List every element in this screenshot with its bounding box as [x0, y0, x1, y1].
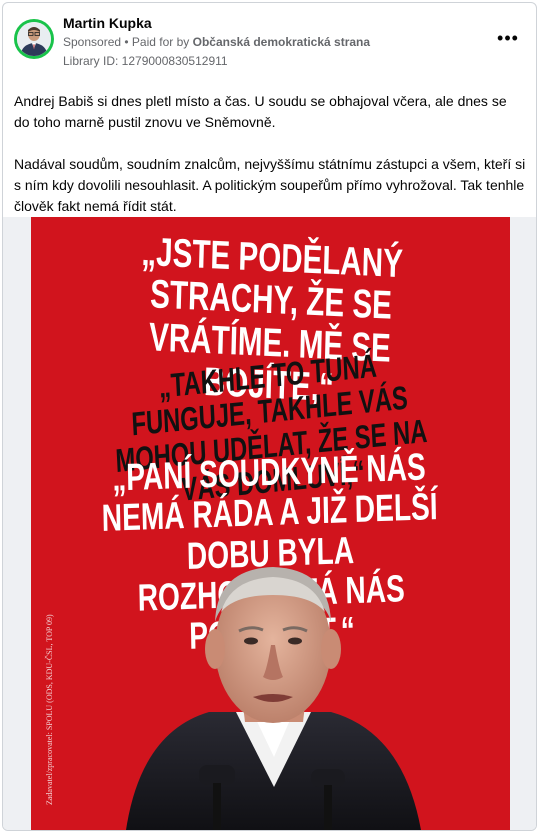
paid-for-prefix: Paid for by: [131, 35, 193, 49]
post-paragraph-1: Andrej Babiš si dnes pletl místo a čas. …: [14, 93, 507, 130]
library-id: Library ID: 1279000830512911: [63, 54, 228, 68]
author-avatar[interactable]: [14, 19, 54, 59]
avatar-photo: [17, 22, 51, 56]
campaign-poster: „Jste podělaný strachy, že se vrátíme. M…: [31, 217, 510, 830]
post-header: Martin Kupka Sponsored • Paid for by Obč…: [3, 3, 536, 83]
sponsored-line: Sponsored • Paid for by Občanská demokra…: [63, 35, 370, 49]
sponsored-label: Sponsored: [63, 35, 122, 49]
author-name[interactable]: Martin Kupka: [63, 15, 152, 31]
meta-separator: •: [121, 35, 132, 49]
more-options-icon[interactable]: •••: [496, 29, 520, 51]
post-paragraph-2: Nadával soudům, soudním znalcům, nejvyšš…: [14, 156, 526, 214]
poster-imprint: Zadavatel/zpracovatel: SPOLU (ODS, KDU-Č…: [45, 614, 54, 805]
payer-name[interactable]: Občanská demokratická strana: [193, 35, 370, 49]
post-body: Andrej Babiš si dnes pletl místo a čas. …: [14, 91, 526, 217]
ad-post-card: Martin Kupka Sponsored • Paid for by Obč…: [2, 2, 537, 831]
post-media[interactable]: „Jste podělaný strachy, že se vrátíme. M…: [3, 217, 536, 830]
politician-photo: [126, 567, 421, 830]
person-icon: [17, 22, 51, 56]
